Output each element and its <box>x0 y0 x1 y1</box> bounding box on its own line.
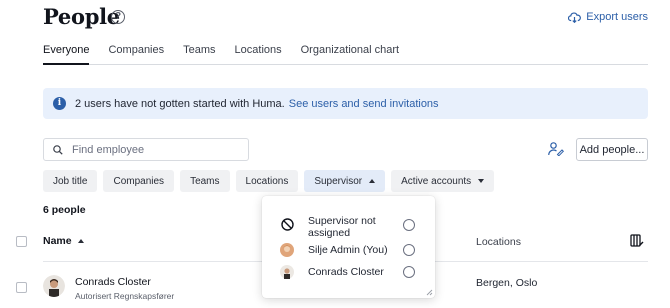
option-label-line2: assigned <box>308 227 351 239</box>
assign-supervisor-icon[interactable] <box>548 142 564 156</box>
filter-active-accounts[interactable]: Active accounts <box>391 170 495 192</box>
radio-conrads-closter[interactable] <box>403 266 415 278</box>
people-count: 6 people <box>43 204 86 216</box>
row-employee-location: Bergen, Oslo <box>476 277 538 289</box>
export-users-link[interactable]: Export users <box>568 11 648 23</box>
add-people-button[interactable]: Add people... <box>576 138 648 161</box>
search-icon <box>53 144 63 155</box>
row-employee-name[interactable]: Conrads Closter <box>75 276 151 288</box>
caret-down-icon <box>478 179 485 183</box>
sort-ascending-icon <box>77 239 84 243</box>
column-settings-icon[interactable] <box>630 234 644 247</box>
row-employee-role: Autorisert Regnskapsfører <box>75 291 175 301</box>
avatar <box>43 275 65 297</box>
filter-supervisor[interactable]: Supervisor <box>304 170 386 192</box>
option-silje-admin[interactable]: Silje Admin (You) <box>262 242 435 258</box>
not-allowed-icon <box>281 218 294 231</box>
filter-bar: Job title Companies Teams Locations Supe… <box>43 170 495 192</box>
supervisor-dropdown: Supervisor not assigned Silje Admin (You… <box>262 196 435 298</box>
banner-text: 2 users have not gotten started with Hum… <box>75 97 285 110</box>
tab-everyone[interactable]: Everyone <box>43 44 90 65</box>
tab-teams[interactable]: Teams <box>183 44 215 64</box>
export-users-label: Export users <box>586 11 648 23</box>
option-label-conrads: Conrads Closter <box>308 266 384 278</box>
radio-silje-admin[interactable] <box>403 244 415 256</box>
column-header-name[interactable]: Name <box>43 235 84 247</box>
radio-not-assigned[interactable] <box>403 219 415 231</box>
column-header-locations[interactable]: Locations <box>476 236 521 248</box>
select-all-checkbox[interactable] <box>16 236 27 247</box>
page-title: People <box>43 4 120 29</box>
option-label-line1: Supervisor not <box>308 215 376 227</box>
resize-handle-icon[interactable] <box>426 289 433 296</box>
invitation-banner: i 2 users have not gotten started with H… <box>43 88 648 119</box>
tab-organizational-chart[interactable]: Organizational chart <box>301 44 399 64</box>
option-supervisor-not-assigned[interactable]: Supervisor not assigned <box>262 212 435 239</box>
column-name-label: Name <box>43 235 72 247</box>
avatar <box>280 243 294 257</box>
see-users-link[interactable]: See users and send invitations <box>289 98 439 110</box>
filter-locations[interactable]: Locations <box>235 170 299 192</box>
filter-teams[interactable]: Teams <box>180 170 230 192</box>
caret-up-icon <box>369 179 376 183</box>
avatar <box>280 265 294 279</box>
search-input[interactable] <box>72 143 242 156</box>
filter-active-accounts-label: Active accounts <box>401 175 472 187</box>
option-conrads-closter[interactable]: Conrads Closter <box>262 264 435 280</box>
filter-supervisor-label: Supervisor <box>314 175 363 187</box>
cloud-download-icon <box>568 11 582 23</box>
tab-bar: Everyone Companies Teams Locations Organ… <box>43 44 648 65</box>
search-box <box>43 138 249 161</box>
help-icon[interactable]: ? <box>111 10 125 24</box>
tab-companies[interactable]: Companies <box>108 44 164 64</box>
filter-job-title[interactable]: Job title <box>43 170 98 192</box>
option-label-silje: Silje Admin (You) <box>308 244 388 256</box>
filter-companies[interactable]: Companies <box>103 170 175 192</box>
tab-locations[interactable]: Locations <box>235 44 282 64</box>
row-checkbox[interactable] <box>16 282 27 293</box>
info-icon: i <box>53 97 66 110</box>
